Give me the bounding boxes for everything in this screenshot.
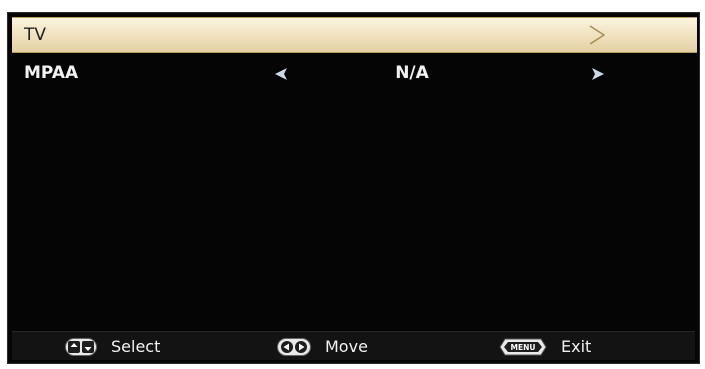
menu-item-label: MPAA xyxy=(24,63,79,83)
hint-move-label: Move xyxy=(325,337,368,356)
hint-select-label: Select xyxy=(111,337,161,356)
hint-move: Move xyxy=(277,336,368,357)
tv-screen: TV MPAA N/A Select Move MENU Exit xyxy=(0,0,705,369)
hint-select: Select xyxy=(65,336,160,357)
mpaa-value: N/A xyxy=(395,63,429,83)
arrow-left-icon[interactable] xyxy=(272,64,292,84)
up-down-keys-icon xyxy=(65,337,97,356)
chevron-right-outline-icon[interactable] xyxy=(585,20,609,50)
menu-key-icon: MENU xyxy=(499,338,547,355)
menu-item-tv[interactable]: TV xyxy=(12,17,697,53)
hint-exit-label: Exit xyxy=(561,337,592,356)
arrow-right-icon[interactable] xyxy=(587,64,607,84)
left-right-keys-icon xyxy=(277,337,311,356)
footer-hint-bar: Select Move MENU Exit xyxy=(12,331,695,360)
menu-item-label: TV xyxy=(24,25,47,45)
hint-exit: MENU Exit xyxy=(499,336,591,357)
menu-item-mpaa[interactable]: MPAA N/A xyxy=(12,56,697,92)
menu-key-label: MENU xyxy=(511,343,536,352)
rating-menu-panel: TV MPAA N/A Select Move MENU Exit xyxy=(7,12,700,364)
